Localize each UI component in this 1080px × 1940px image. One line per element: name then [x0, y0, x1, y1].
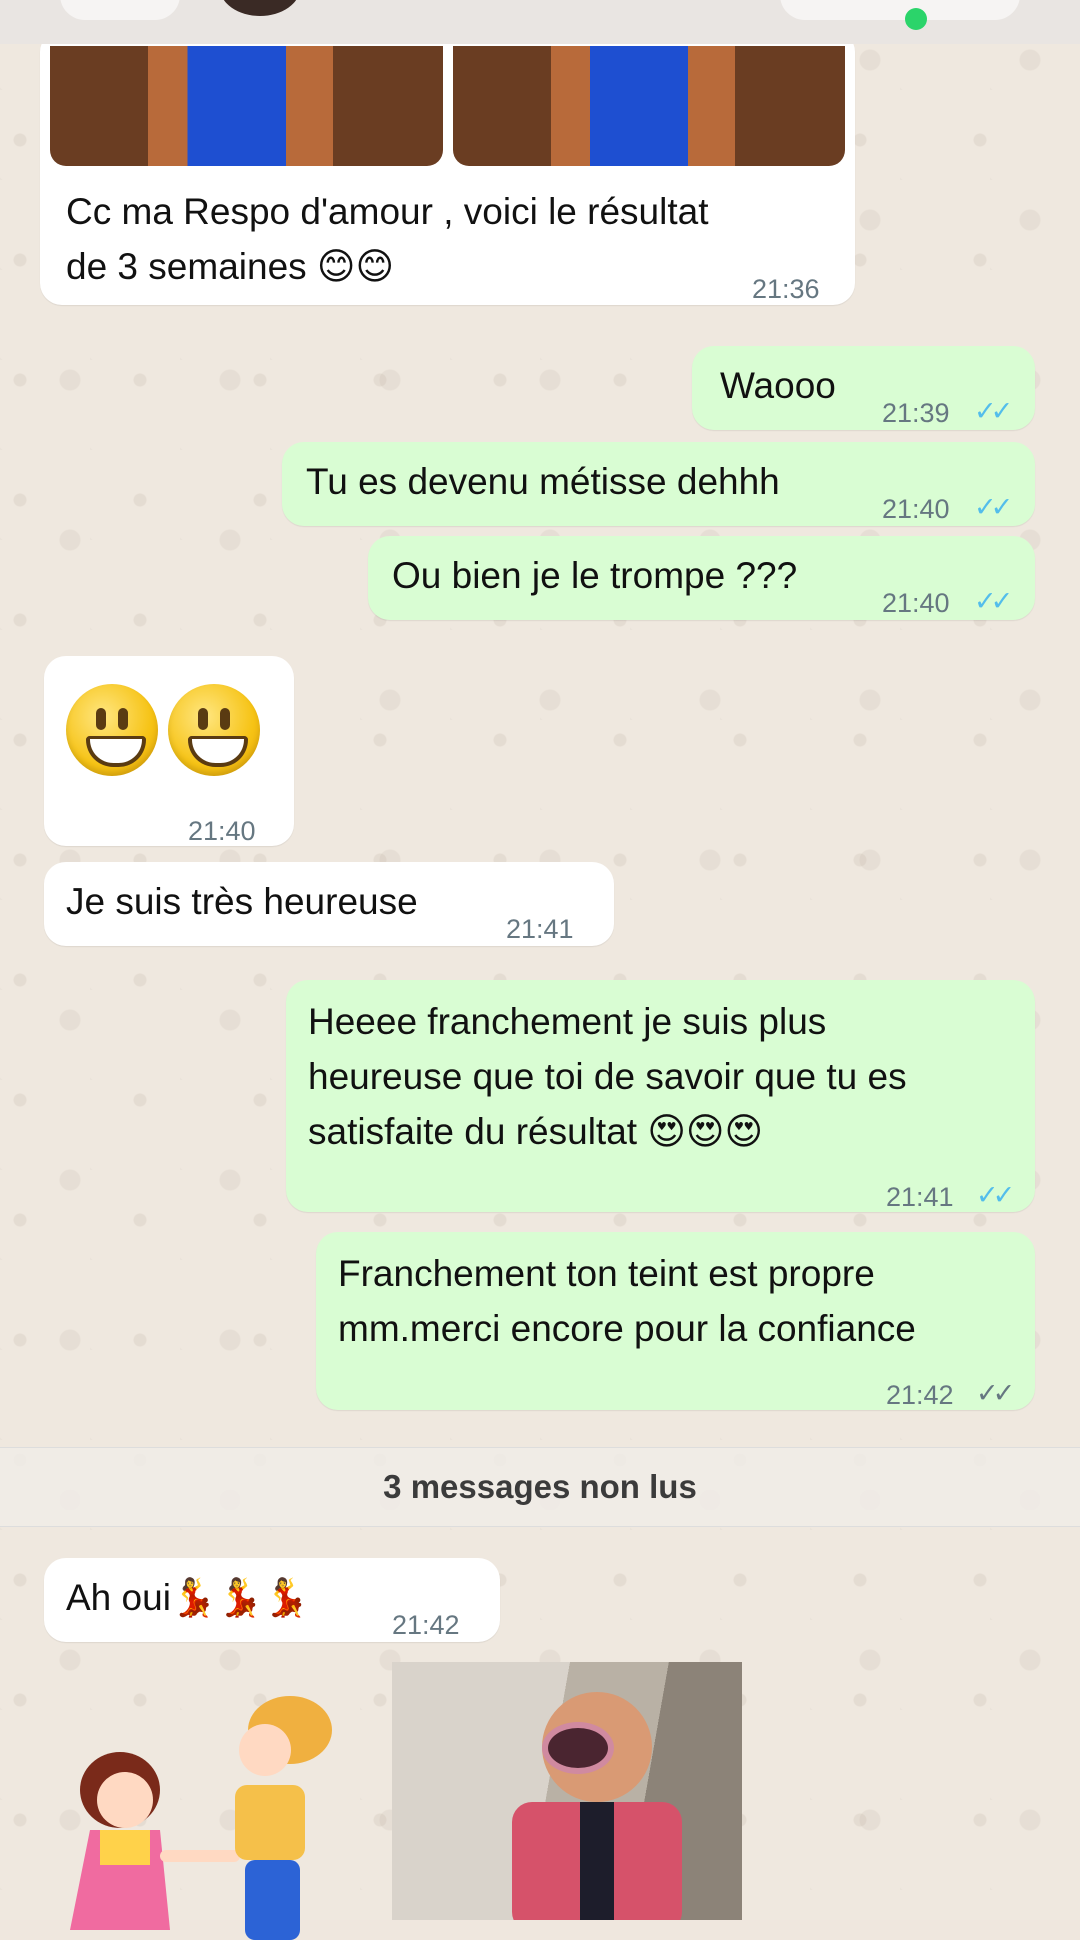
message-text: Cc ma Respo d'amour , voici le résultat …: [66, 191, 709, 287]
message-text: Je suis très heureuse: [66, 881, 418, 922]
read-receipt-icon: ✓✓: [974, 492, 1013, 522]
message-text: Tu es devenu métisse dehhh: [306, 461, 780, 502]
message-bubble-outgoing[interactable]: Tu es devenu métisse dehhh 21:40 ✓✓: [282, 442, 1035, 526]
message-bubble-incoming[interactable]: Je suis très heureuse 21:41: [44, 862, 614, 946]
emoji-row: [66, 684, 260, 776]
message-bubble-incoming[interactable]: 21:40: [44, 656, 294, 846]
message-text: Franchement ton teint est propre mm.merc…: [338, 1253, 916, 1349]
message-bubble-outgoing[interactable]: Franchement ton teint est propre mm.merc…: [316, 1232, 1035, 1410]
message-time: 21:40: [882, 494, 950, 524]
photo-thumbnail[interactable]: [50, 46, 443, 166]
child-outfit: [512, 1802, 682, 1920]
photo-thumbnail[interactable]: [452, 46, 845, 166]
contact-avatar[interactable]: [220, 0, 300, 16]
sunglasses-icon: [542, 1722, 614, 1774]
read-receipt-icon: ✓✓: [974, 586, 1013, 616]
read-receipt-icon: ✓✓: [976, 1180, 1015, 1210]
message-time: 21:41: [886, 1182, 954, 1212]
message-time: 21:39: [882, 398, 950, 428]
message-text: Heeee franchement je suis plus heureuse …: [308, 1001, 907, 1152]
message-text: Ah oui💃💃💃: [66, 1577, 310, 1618]
smiley-icon: [168, 684, 260, 776]
message-bubble-outgoing[interactable]: Ou bien je le trompe ??? 21:40 ✓✓: [368, 536, 1035, 620]
message-time: 21:40: [188, 816, 256, 846]
chat-header: [0, 0, 1080, 44]
message-bubble-outgoing[interactable]: Waooo 21:39 ✓✓: [692, 346, 1035, 430]
message-bubble-outgoing[interactable]: Heeee franchement je suis plus heureuse …: [286, 980, 1035, 1212]
message-text: Ou bien je le trompe ???: [392, 555, 798, 596]
call-buttons[interactable]: [780, 0, 1020, 20]
message-text: Waooo: [720, 365, 836, 406]
message-time: 21:36: [752, 274, 820, 304]
message-time: 21:42: [886, 1380, 954, 1410]
online-indicator-icon: [905, 8, 927, 30]
message-time: 21:42: [392, 1610, 460, 1640]
read-receipt-icon: ✓✓: [974, 396, 1013, 426]
message-bubble-incoming[interactable]: Ah oui💃💃💃 21:42: [44, 1558, 500, 1642]
delivered-receipt-icon: ✓✓: [976, 1378, 1015, 1408]
message-time: 21:40: [882, 588, 950, 618]
message-time: 21:41: [506, 914, 574, 944]
video-thumbnail[interactable]: [392, 1662, 742, 1920]
smiley-icon: [66, 684, 158, 776]
photo-attachments[interactable]: [50, 46, 845, 166]
back-button[interactable]: [60, 0, 180, 20]
message-bubble-incoming[interactable]: Cc ma Respo d'amour , voici le résultat …: [40, 30, 855, 305]
dancing-kids-sticker[interactable]: [50, 1680, 350, 1940]
unread-messages-label: 3 messages non lus: [383, 1468, 697, 1505]
unread-messages-divider: 3 messages non lus: [0, 1447, 1080, 1527]
